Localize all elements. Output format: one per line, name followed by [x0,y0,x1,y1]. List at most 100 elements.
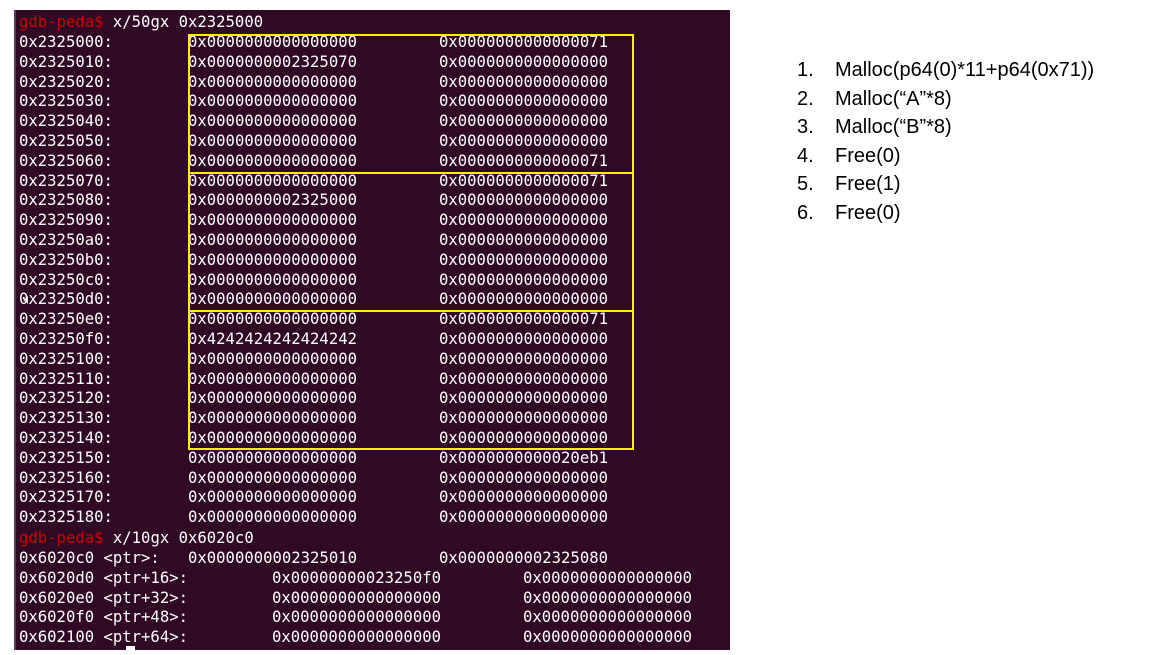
step-text: Free(0) [835,201,901,224]
command-line-2: gdb-peda$ x/10gx 0x6020c0 [19,528,254,548]
memory-row: 0x2325000: 0x0000000000000000 0x0000000000… [14,32,730,52]
memory-value: 0x0000000000000000 [439,72,608,91]
memory-row: 0x2325050: 0x0000000000000000 0x0000000000… [14,131,730,151]
memory-value: 0x0000000000000000 [439,389,608,408]
pointer-address: 0x602100 <ptr+64>: [19,628,188,647]
memory-value: 0x0000000000000000 [439,112,608,131]
memory-row: 0x23250e0: 0x0000000000000000 0x0000000000… [14,309,730,329]
memory-address: 0x2325170: [19,488,113,507]
step-text: Free(1) [835,173,901,195]
memory-value: 0x0000000000000000 [188,508,357,527]
memory-value: 0x0000000000000000 [188,132,357,150]
memory-value: 0x0000000002325070 [188,52,357,71]
memory-row: 0x2325140: 0x0000000000000000 0x0000000000… [14,428,730,448]
memory-row: 0x2325120: 0x0000000000000000 0x0000000000… [14,388,730,408]
pointer-row: 0x6020d0 <ptr+16>: 0x00000000023250f0 0x00… [14,568,730,588]
memory-value: 0x0000000000000000 [188,33,357,51]
memory-value: 0x0000000000000000 [188,369,357,388]
memory-address: 0x2325120: [19,389,113,408]
pointer-value: 0x0000000002325080 [439,549,608,567]
pointer-value: 0x0000000002325010 [188,549,357,567]
memory-value: 0x0000000000000000 [439,330,608,348]
memory-value: 0x0000000000000071 [439,151,608,170]
memory-value: 0x0000000002325000 [188,191,357,210]
command-line-1: gdb-peda$ x/50gx 0x2325000 [19,12,263,32]
pointer-value: 0x00000000023250f0 [272,568,441,587]
pointer-value: 0x0000000000000000 [523,628,692,647]
memory-address: 0x2325070: [19,171,113,190]
pointer-row: 0x602100 <ptr+64>: 0x0000000000000000 0x00… [14,627,730,647]
memory-value: 0x0000000000000000 [188,310,357,329]
memory-value: 0x0000000000000000 [439,211,608,230]
memory-row: 0x2325100: 0x0000000000000000 0x0000000000… [14,349,730,369]
memory-row: 0x2325130: 0x0000000000000000 0x0000000000… [14,408,730,428]
pointer-address: 0x6020e0 <ptr+32>: [19,588,188,607]
step-item: 4. Free(0) [797,142,1094,171]
memory-address: 0x2325140: [19,429,113,447]
memory-value: 0x0000000000000000 [439,191,608,210]
step-text: Malloc(p64(0)*11+p64(0x71)) [835,59,1095,81]
memory-row: 0x2325070: 0x0000000000000000 0x0000000000… [14,171,730,191]
memory-row: 0x2325170: 0x0000000000000000 0x0000000000… [14,487,730,507]
memory-value: 0x0000000000000000 [188,211,357,230]
memory-address: 0x2325080: [19,191,113,210]
memory-value: 0x0000000000000000 [439,508,608,527]
prompt: gdb-peda$ [19,529,104,547]
step-item: 3. Malloc(“B”*8) [797,113,1094,142]
pointer-value: 0x0000000000000000 [272,628,441,647]
step-number: 1. [797,59,814,81]
memory-row: 0x23250a0: 0x0000000000000000 0x0000000000… [14,230,730,250]
memory-value: 0x0000000000000000 [439,270,608,289]
step-text: Malloc(“A”*8) [835,87,952,110]
memory-row: 0x2325020: 0x0000000000000000 0x0000000000… [14,72,730,92]
step-item: 1. Malloc(p64(0)*11+p64(0x71)) [797,56,1094,85]
memory-address: 0x2325130: [19,409,113,428]
memory-value: 0x0000000000000000 [439,290,608,309]
memory-value: 0x0000000000000000 [439,468,608,487]
command-text: x/50gx 0x2325000 [103,13,264,31]
memory-address: 0x23250b0: [19,250,113,269]
command-text: x/10gx 0x6020c0 [103,529,254,547]
memory-value: 0x0000000000000000 [188,112,357,131]
memory-value: 0x0000000000000000 [188,290,357,309]
terminal-window[interactable]: gdb-peda$ x/50gx 0x2325000 0x2325000: 0x0… [14,10,730,650]
memory-value: 0x0000000000000000 [188,270,357,289]
memory-value: 0x0000000000000000 [439,488,608,507]
pointer-row: 0x6020c0 <ptr>: 0x0000000002325010 0x00000… [14,548,730,568]
memory-row: 0x23250f0: 0x4242424242424242 0x0000000000… [14,329,730,349]
step-text: Free(0) [835,144,901,167]
memory-address: 0x2325040: [19,112,113,131]
step-number: 4. [797,144,814,167]
memory-value: 0x0000000000000000 [188,488,357,507]
memory-address: 0x2325030: [19,92,113,111]
pointer-address: 0x6020f0 <ptr+48>: [19,608,188,627]
memory-address: 0x2325060: [19,151,113,170]
memory-value: 0x0000000000020eb1 [439,448,608,467]
memory-value: 0x0000000000000000 [188,429,357,447]
step-item: 5. Free(1) [797,170,1094,199]
memory-value: 0x0000000000000000 [188,389,357,408]
memory-row: 0x2325150: 0x0000000000000000 0x0000000000… [14,448,730,468]
memory-value: 0x0000000000000000 [439,409,608,428]
pointer-value: 0x0000000000000000 [272,588,441,607]
memory-value: 0x0000000000000000 [188,250,357,269]
memory-value: 0x0000000000000071 [439,33,608,51]
pointer-value: 0x0000000000000000 [523,568,692,587]
memory-address: 0x2325020: [19,72,113,91]
memory-value: 0x0000000000000000 [188,448,357,467]
memory-value: 0x4242424242424242 [188,330,357,348]
pointer-address: 0x6020c0 <ptr>: [19,549,160,567]
exploit-steps-list: 1. Malloc(p64(0)*11+p64(0x71)) 2. Malloc(“A… [797,56,1094,227]
memory-address: 0x2325000: [19,33,113,51]
memory-address: 0x23250a0: [19,231,113,249]
memory-value: 0x0000000000000000 [439,231,608,249]
step-number: 2. [797,87,814,110]
prompt: gdb-peda$ [19,13,104,31]
step-number: 3. [797,116,814,138]
step-number: 6. [797,201,814,224]
memory-address: 0x2325010: [19,52,113,71]
memory-value: 0x0000000000000000 [439,349,608,368]
memory-address: 0x2325100: [19,349,113,368]
pointer-row: 0x6020f0 <ptr+48>: 0x0000000000000000 0x00… [14,607,730,627]
memory-row: 0x2325080: 0x0000000002325000 0x0000000000… [14,190,730,210]
